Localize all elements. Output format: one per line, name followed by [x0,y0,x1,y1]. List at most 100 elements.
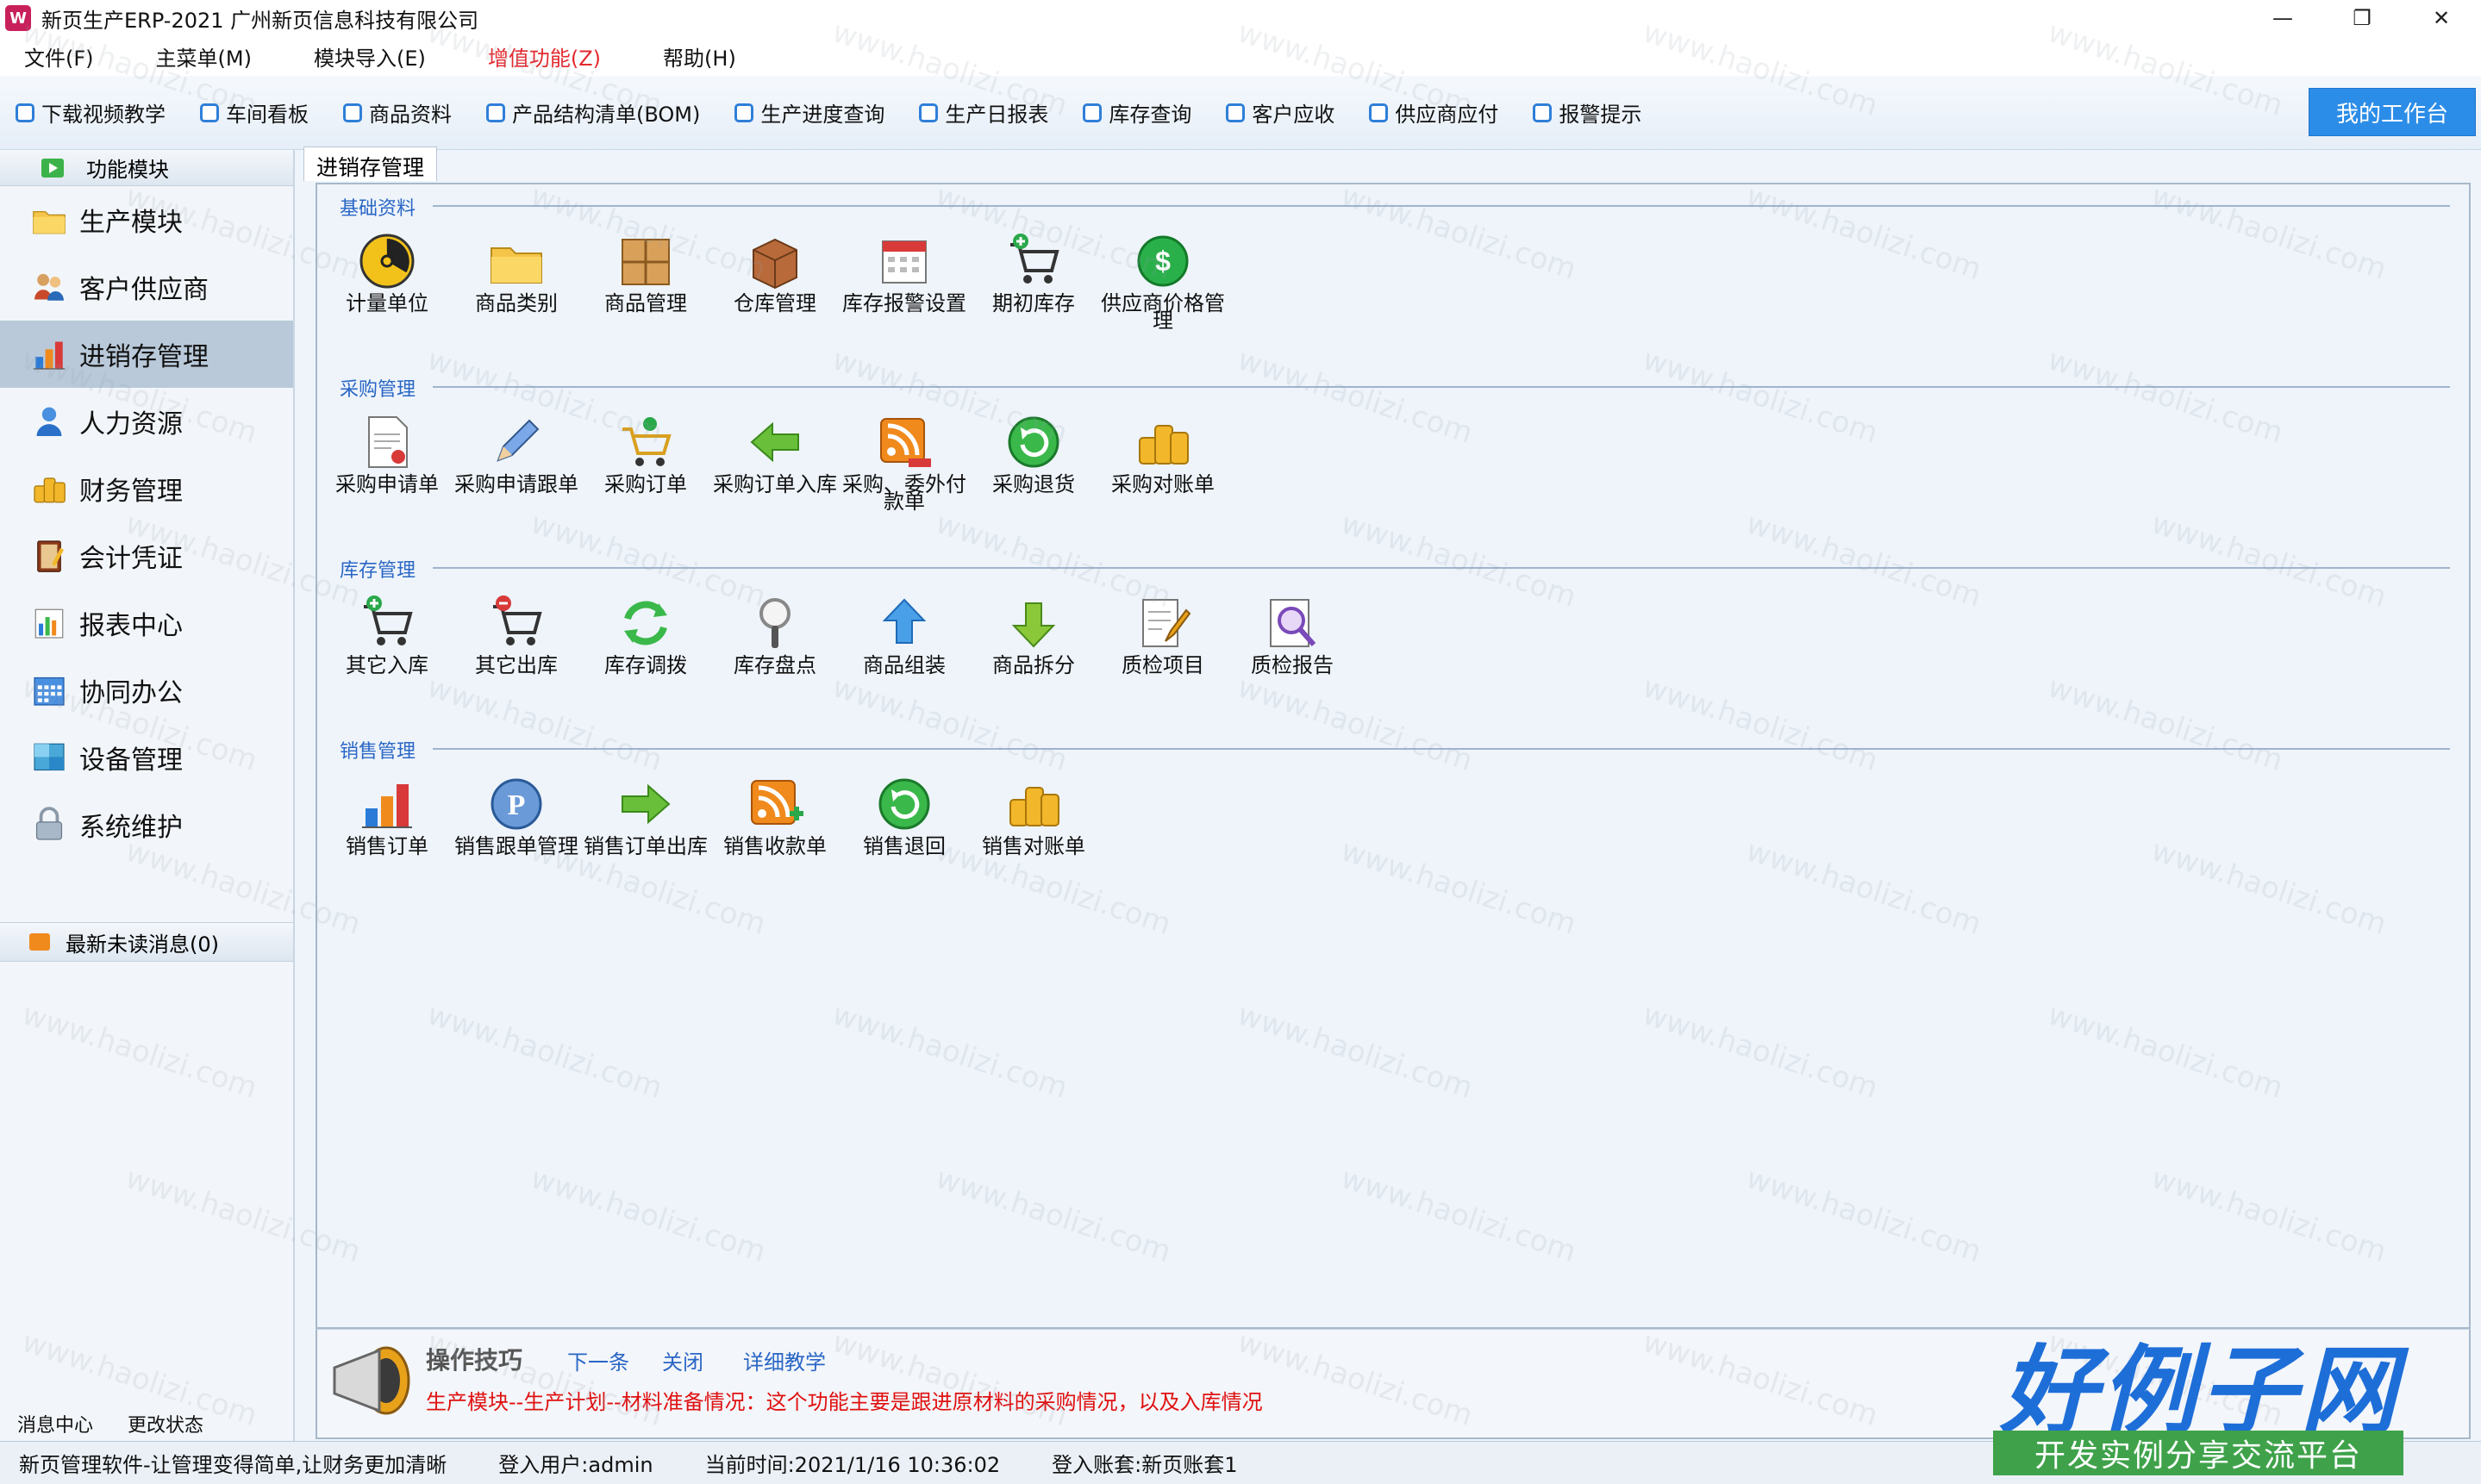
unread-messages-bar[interactable]: 最新未读消息(0) [0,922,293,962]
section-divider [433,567,2450,569]
module-tile[interactable]: 库存报警设置 [840,231,969,352]
menu-item-4[interactable]: 帮助(H) [649,38,750,75]
quick-link-5[interactable]: 生产日报表 [919,97,1048,128]
module-tile[interactable]: 仓库管理 [710,231,840,352]
checkbox-icon[interactable] [343,103,362,122]
p-badge-icon: P [486,774,547,834]
module-tile[interactable]: 其它出库 [452,593,581,714]
sidebar-header[interactable]: 功能模块 [0,150,293,186]
menu-item-2[interactable]: 模块导入(E) [300,38,440,75]
checkbox-icon[interactable] [1226,103,1246,122]
title-bar: W 新页生产ERP-2021 广州新页信息科技有限公司 — ❐ ✕ [0,0,2481,36]
module-tile[interactable]: 库存盘点 [710,593,840,714]
next-tip-link[interactable]: 下一条 [567,1345,629,1375]
menu-item-1[interactable]: 主菜单(M) [142,38,266,75]
module-tile[interactable]: 销售退回 [840,774,969,895]
sidebar-item-2[interactable]: 进销存管理 [0,321,293,388]
arrow-right-icon [616,774,676,834]
module-tile-label: 期初库存 [992,291,1075,315]
my-workbench-button[interactable]: 我的工作台 [2309,88,2476,136]
sidebar-item-5[interactable]: 会计凭证 [0,522,293,589]
sidebar-item-0[interactable]: 生产模块 [0,186,293,253]
module-tile[interactable]: 采购订单入库 [710,412,840,533]
sidebar-item-9[interactable]: 系统维护 [0,791,293,858]
section-title: 库存管理 [340,560,416,582]
section-title: 销售管理 [340,741,416,763]
refresh-icon [874,774,934,834]
module-tile[interactable]: 采购申请单 [322,412,452,533]
site-logo: 好例子网 开发实例分享交流平台 [1993,1310,2407,1478]
close-tip-link[interactable]: 关闭 [662,1345,703,1375]
close-button[interactable]: ✕ [2402,0,2481,36]
checkbox-icon[interactable] [919,103,939,122]
module-tile[interactable]: 采购对账单 [1098,412,1228,533]
radiation-icon [357,231,417,291]
checkbox-icon[interactable] [200,103,219,122]
minimize-button[interactable]: — [2243,0,2322,36]
module-tile[interactable]: $ 供应商价格管理 [1098,231,1228,352]
restore-button[interactable]: ❐ [2322,0,2402,36]
module-tile[interactable]: 期初库存 [969,231,1098,352]
tutorial-link[interactable]: 详细教学 [743,1345,826,1375]
module-tile-label: 销售退回 [863,834,946,858]
checkbox-icon[interactable] [1533,103,1553,122]
arrow-up-icon [874,593,934,653]
module-tile[interactable]: 商品组装 [840,593,969,714]
module-tile-label: 销售收款单 [723,834,827,858]
module-tile[interactable]: 采购、委外付款单 [840,412,969,533]
module-tile[interactable]: 商品管理 [581,231,710,352]
sidebar-item-3[interactable]: 人力资源 [0,388,293,455]
module-tile[interactable]: 采购申请跟单 [452,412,581,533]
menu-item-3[interactable]: 增值功能(Z) [474,38,615,75]
module-tile[interactable]: 商品拆分 [969,593,1098,714]
quick-link-6[interactable]: 库存查询 [1083,97,1191,128]
module-tile[interactable]: 商品类别 [452,231,581,352]
svg-text:P: P [508,789,526,821]
sidebar: 功能模块 生产模块客户供应商 进销存管理 人力资源 财务管理会计凭证报表中心协同办公设… [0,150,295,1443]
quick-link-0[interactable]: 下载视频教学 [16,97,166,128]
sidebar-item-1[interactable]: 客户供应商 [0,253,293,321]
module-tile[interactable]: 质检报告 [1228,593,1357,714]
checkbox-icon[interactable] [734,103,754,122]
module-tile[interactable]: 销售收款单 [710,774,840,895]
module-tile[interactable]: 库存调拨 [581,593,710,714]
module-tile-label: 仓库管理 [734,291,816,315]
menu-item-0[interactable]: 文件(F) [10,38,108,75]
change-status-link[interactable]: 更改状态 [128,1410,203,1437]
quick-link-1[interactable]: 车间看板 [200,97,309,128]
quick-link-label: 供应商应付 [1395,103,1499,127]
quick-link-8[interactable]: 供应商应付 [1369,97,1498,128]
message-center-link[interactable]: 消息中心 [17,1410,93,1437]
sidebar-item-label: 会计凭证 [79,544,183,574]
module-tile[interactable]: 销售对账单 [969,774,1098,895]
checkbox-icon[interactable] [486,103,505,122]
quick-link-9[interactable]: 报警提示 [1533,97,1641,128]
checkbox-icon[interactable] [1369,103,1389,122]
module-tile[interactable]: 计量单位 [322,231,452,352]
checkbox-icon[interactable] [1083,103,1103,122]
sidebar-item-6[interactable]: 报表中心 [0,589,293,657]
module-tile[interactable]: 销售订单出库 [581,774,710,895]
sidebar-item-4[interactable]: 财务管理 [0,455,293,522]
quick-link-3[interactable]: 产品结构清单(BOM) [486,97,700,128]
quick-link-7[interactable]: 客户应收 [1226,97,1334,128]
section-title: 采购管理 [340,379,416,401]
bar-chart-icon [29,334,69,374]
sidebar-item-label: 报表中心 [79,611,183,641]
tips-title: 操作技巧 [426,1346,523,1375]
quick-link-4[interactable]: 生产进度查询 [734,97,884,128]
sidebar-item-label: 生产模块 [79,208,183,238]
module-tile[interactable]: 采购退货 [969,412,1098,533]
quick-link-2[interactable]: 商品资料 [343,97,452,128]
module-tile[interactable]: 采购订单 [581,412,710,533]
module-tile[interactable]: P 销售跟单管理 [452,774,581,895]
module-tile[interactable]: 其它入库 [322,593,452,714]
checkbox-icon[interactable] [16,103,34,122]
sidebar-header-label: 功能模块 [86,158,169,182]
module-tile[interactable]: 质检项目 [1098,593,1228,714]
tab-inventory-management[interactable]: 进销存管理 [303,147,438,181]
sidebar-item-8[interactable]: 设备管理 [0,724,293,791]
module-tile[interactable]: 销售订单 [322,774,452,895]
sidebar-item-7[interactable]: 协同办公 [0,657,293,724]
crate-icon [745,231,805,291]
